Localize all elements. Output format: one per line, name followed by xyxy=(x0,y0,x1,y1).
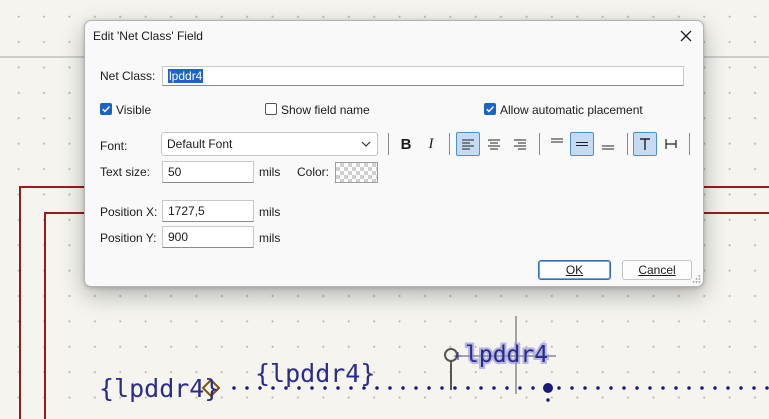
cancel-button-label: Cancel xyxy=(638,263,676,277)
align-right-icon xyxy=(514,139,526,150)
valign-center-icon xyxy=(576,142,588,146)
position-y-input[interactable]: 900 xyxy=(162,226,254,248)
position-y-label: Position Y: xyxy=(100,231,157,245)
orient-horizontal-button[interactable] xyxy=(633,132,657,156)
net-label-selected[interactable]: lpddr4 xyxy=(465,342,548,368)
edit-field-dialog: Edit 'Net Class' Field Net Class: lpddr4… xyxy=(84,20,704,287)
chevron-down-icon xyxy=(361,141,371,147)
color-label: Color: xyxy=(297,165,330,179)
show-field-name-label: Show field name xyxy=(281,103,370,117)
orient-vertical-button[interactable] xyxy=(659,132,683,156)
valign-top-icon xyxy=(551,138,563,143)
bold-button[interactable]: B xyxy=(394,132,418,156)
allow-auto-placement-label: Allow automatic placement xyxy=(500,103,643,117)
italic-button[interactable]: I xyxy=(419,132,443,156)
toolbar-separator xyxy=(449,133,450,155)
dialog-titlebar[interactable]: Edit 'Net Class' Field xyxy=(85,21,703,51)
text-size-label: Text size: xyxy=(100,165,151,179)
text-size-input[interactable]: 50 xyxy=(162,161,254,183)
net-class-label: Net Class: xyxy=(100,69,156,83)
align-left-button[interactable] xyxy=(456,132,480,156)
net-label-mid[interactable]: {lpddr4} xyxy=(255,359,375,388)
valign-bottom-icon xyxy=(602,145,614,150)
close-button[interactable] xyxy=(675,25,697,47)
net-label-left[interactable]: {lpddr4} xyxy=(99,374,219,403)
ok-button[interactable]: OK xyxy=(538,260,611,280)
position-x-value: 1727,5 xyxy=(168,204,205,218)
align-center-icon xyxy=(488,139,500,150)
visible-checkbox[interactable] xyxy=(100,103,112,115)
ok-button-label: OK xyxy=(565,263,584,277)
position-y-units: mils xyxy=(259,231,281,245)
toolbar-separator xyxy=(627,133,628,155)
close-icon xyxy=(680,30,692,42)
net-class-value: lpddr4 xyxy=(168,69,204,83)
color-swatch-button[interactable] xyxy=(335,162,378,183)
orient-horizontal-icon xyxy=(640,138,650,150)
bold-icon: B xyxy=(400,135,412,153)
allow-auto-placement-checkbox[interactable] xyxy=(484,103,496,115)
valign-bottom-button[interactable] xyxy=(596,132,620,156)
orient-vertical-icon xyxy=(665,139,677,149)
font-select-value: Default Font xyxy=(167,137,233,151)
italic-icon: I xyxy=(428,135,434,152)
position-x-units: mils xyxy=(259,205,281,219)
show-field-name-checkbox[interactable] xyxy=(265,103,277,115)
resize-grip-icon[interactable] xyxy=(691,274,701,284)
visible-label: Visible xyxy=(116,103,152,117)
text-size-units: mils xyxy=(259,165,281,179)
position-y-value: 900 xyxy=(168,230,189,244)
label-origin-plus-icon: + xyxy=(453,349,463,363)
font-select[interactable]: Default Font xyxy=(161,132,378,156)
dialog-title: Edit 'Net Class' Field xyxy=(93,29,203,43)
position-x-label: Position X: xyxy=(100,205,158,219)
checkmark-icon xyxy=(102,106,110,113)
checkmark-icon xyxy=(486,106,494,113)
toolbar-separator xyxy=(689,133,690,155)
toolbar-separator xyxy=(539,133,540,155)
align-center-button[interactable] xyxy=(482,132,506,156)
net-class-input[interactable]: lpddr4 xyxy=(162,66,684,86)
position-x-input[interactable]: 1727,5 xyxy=(162,200,254,222)
font-label: Font: xyxy=(100,139,128,153)
align-right-button[interactable] xyxy=(508,132,532,156)
align-left-icon xyxy=(462,139,474,150)
valign-top-button[interactable] xyxy=(545,132,569,156)
toolbar-separator xyxy=(388,133,389,155)
cancel-button[interactable]: Cancel xyxy=(622,260,692,280)
valign-center-button[interactable] xyxy=(570,132,594,156)
text-size-value: 50 xyxy=(168,165,182,179)
